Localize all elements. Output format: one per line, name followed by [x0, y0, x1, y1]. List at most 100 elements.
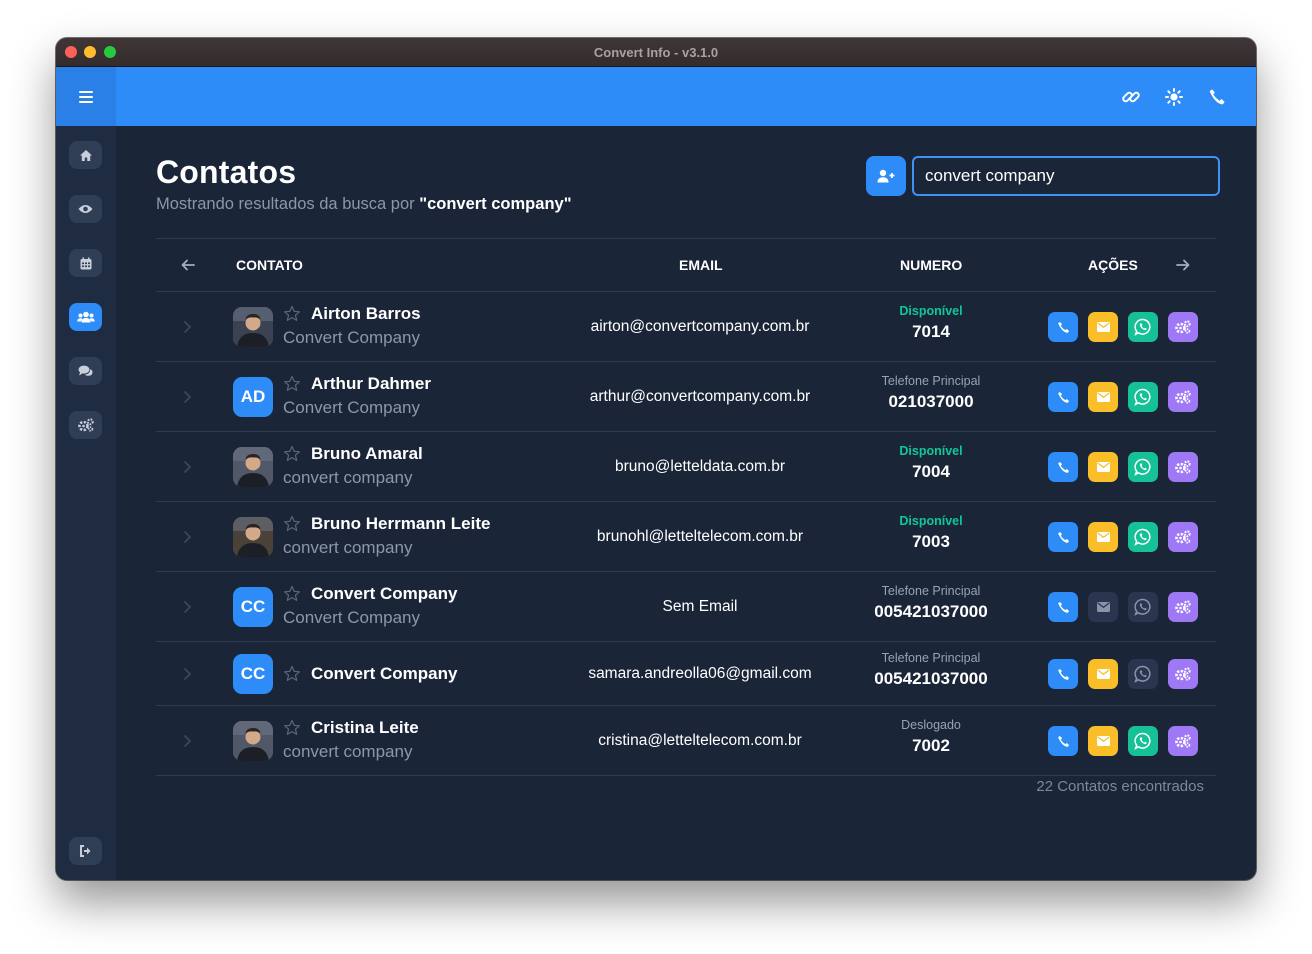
chevron-right-icon[interactable] — [182, 530, 192, 544]
call-button[interactable] — [1048, 522, 1078, 552]
table-body: Airton Barros Convert Company airton@conve… — [156, 292, 1216, 776]
number-status: Telefone Principal — [881, 584, 981, 598]
sidebar-item-settings[interactable] — [69, 411, 102, 439]
star-icon[interactable] — [283, 515, 301, 533]
menu-button[interactable] — [56, 67, 116, 126]
star-icon[interactable] — [283, 665, 301, 683]
search-input[interactable] — [912, 156, 1220, 196]
whatsapp-button[interactable] — [1128, 382, 1158, 412]
star-icon[interactable] — [283, 305, 301, 323]
chevron-right-icon[interactable] — [182, 320, 192, 334]
contact-email: arthur@convertcompany.com.br — [589, 388, 811, 405]
whatsapp-button[interactable] — [1128, 726, 1158, 756]
add-contact-button[interactable] — [866, 156, 906, 196]
gears-icon — [1175, 390, 1191, 404]
logout-button[interactable] — [69, 837, 102, 865]
row-actions — [1048, 382, 1198, 412]
row-actions — [1048, 452, 1198, 482]
envelope-icon — [1096, 602, 1110, 612]
next-page-button[interactable] — [1173, 255, 1193, 275]
settings-button[interactable] — [1168, 382, 1198, 412]
contact-company: Convert Company — [283, 328, 421, 347]
envelope-icon — [1096, 736, 1110, 746]
calendar-icon — [80, 257, 91, 269]
email-button[interactable] — [1088, 452, 1118, 482]
email-button[interactable] — [1088, 522, 1118, 552]
phone-icon — [1057, 735, 1069, 747]
theme-button[interactable] — [1162, 86, 1185, 108]
call-button[interactable] — [1048, 659, 1078, 689]
settings-button[interactable] — [1168, 522, 1198, 552]
whatsapp-button[interactable] — [1128, 312, 1158, 342]
avatar-initials: CC — [240, 597, 266, 616]
contact-email: cristina@letteltelecom.com.br — [598, 732, 802, 749]
settings-button[interactable] — [1168, 659, 1198, 689]
sidebar-item-home[interactable] — [69, 141, 102, 169]
chevron-right-icon[interactable] — [182, 390, 192, 404]
number-status: Disponível — [899, 444, 963, 458]
settings-button[interactable] — [1168, 312, 1198, 342]
sidebar-item-chat[interactable] — [69, 357, 102, 385]
table-row[interactable]: Bruno Herrmann Leite convert company bruno… — [156, 502, 1216, 572]
call-button[interactable] — [1048, 312, 1078, 342]
link-icon — [1121, 91, 1140, 103]
chevron-right-icon[interactable] — [182, 734, 192, 748]
avatar — [233, 447, 273, 487]
previous-page-button[interactable] — [178, 255, 198, 275]
chevron-right-icon[interactable] — [182, 600, 192, 614]
row-actions — [1048, 312, 1198, 342]
sidebar-item-monitor[interactable] — [69, 195, 102, 223]
star-icon[interactable] — [283, 585, 301, 603]
call-button[interactable] — [1048, 452, 1078, 482]
arrow-right-icon — [1176, 259, 1190, 271]
table-row[interactable]: Bruno Amaral convert company bruno@letteld… — [156, 432, 1216, 502]
whatsapp-button[interactable] — [1128, 659, 1158, 689]
star-icon[interactable] — [283, 719, 301, 737]
gears-icon — [1175, 600, 1191, 614]
whatsapp-button[interactable] — [1128, 522, 1158, 552]
whatsapp-button[interactable] — [1128, 452, 1158, 482]
table-row[interactable]: CC Convert Company samara.andreolla06@gmai… — [156, 642, 1216, 706]
settings-button[interactable] — [1168, 592, 1198, 622]
avatar: CC — [233, 654, 273, 694]
table-row[interactable]: AD Arthur Dahmer Convert Company arthur@con… — [156, 362, 1216, 432]
email-button[interactable] — [1088, 659, 1118, 689]
call-button[interactable] — [1048, 592, 1078, 622]
settings-button[interactable] — [1168, 452, 1198, 482]
whatsapp-button[interactable] — [1128, 592, 1158, 622]
call-button[interactable] — [1048, 726, 1078, 756]
settings-button[interactable] — [1168, 726, 1198, 756]
email-button[interactable] — [1088, 726, 1118, 756]
envelope-icon — [1096, 462, 1110, 472]
chevron-right-icon[interactable] — [182, 460, 192, 474]
chevron-right-icon[interactable] — [182, 667, 192, 681]
email-button[interactable] — [1088, 592, 1118, 622]
sun-icon — [1164, 88, 1183, 106]
result-count: 22 Contatos encontrados — [1036, 778, 1204, 795]
contact-name: Convert Company — [311, 584, 458, 603]
phone-button[interactable] — [1205, 86, 1228, 108]
call-button[interactable] — [1048, 382, 1078, 412]
star-icon[interactable] — [283, 375, 301, 393]
table-row[interactable]: Cristina Leite convert company cristina@le… — [156, 706, 1216, 776]
number-value: 7003 — [912, 532, 950, 551]
email-button[interactable] — [1088, 312, 1118, 342]
number-value: 7002 — [912, 736, 950, 755]
sidebar-item-calendar[interactable] — [69, 249, 102, 277]
table-row[interactable]: Airton Barros Convert Company airton@conve… — [156, 292, 1216, 362]
star-icon[interactable] — [283, 445, 301, 463]
search-result-subtitle: Mostrando resultados da busca por "conve… — [156, 195, 572, 214]
contact-number: Telefone Principal 005421037000 — [856, 651, 1006, 689]
link-button[interactable] — [1119, 86, 1142, 108]
number-value: 005421037000 — [874, 602, 988, 621]
phone-icon — [1057, 601, 1069, 613]
contact-name: Bruno Herrmann Leite — [311, 514, 491, 533]
person-photo-icon — [233, 517, 273, 557]
row-actions — [1048, 726, 1198, 756]
person-photo-icon — [233, 447, 273, 487]
email-button[interactable] — [1088, 382, 1118, 412]
table-row[interactable]: CC Convert Company Convert Company Sem Emai… — [156, 572, 1216, 642]
sidebar-item-contacts[interactable] — [69, 303, 102, 331]
contact-number: Disponível 7004 — [856, 444, 1006, 482]
top-bar — [56, 67, 1256, 126]
